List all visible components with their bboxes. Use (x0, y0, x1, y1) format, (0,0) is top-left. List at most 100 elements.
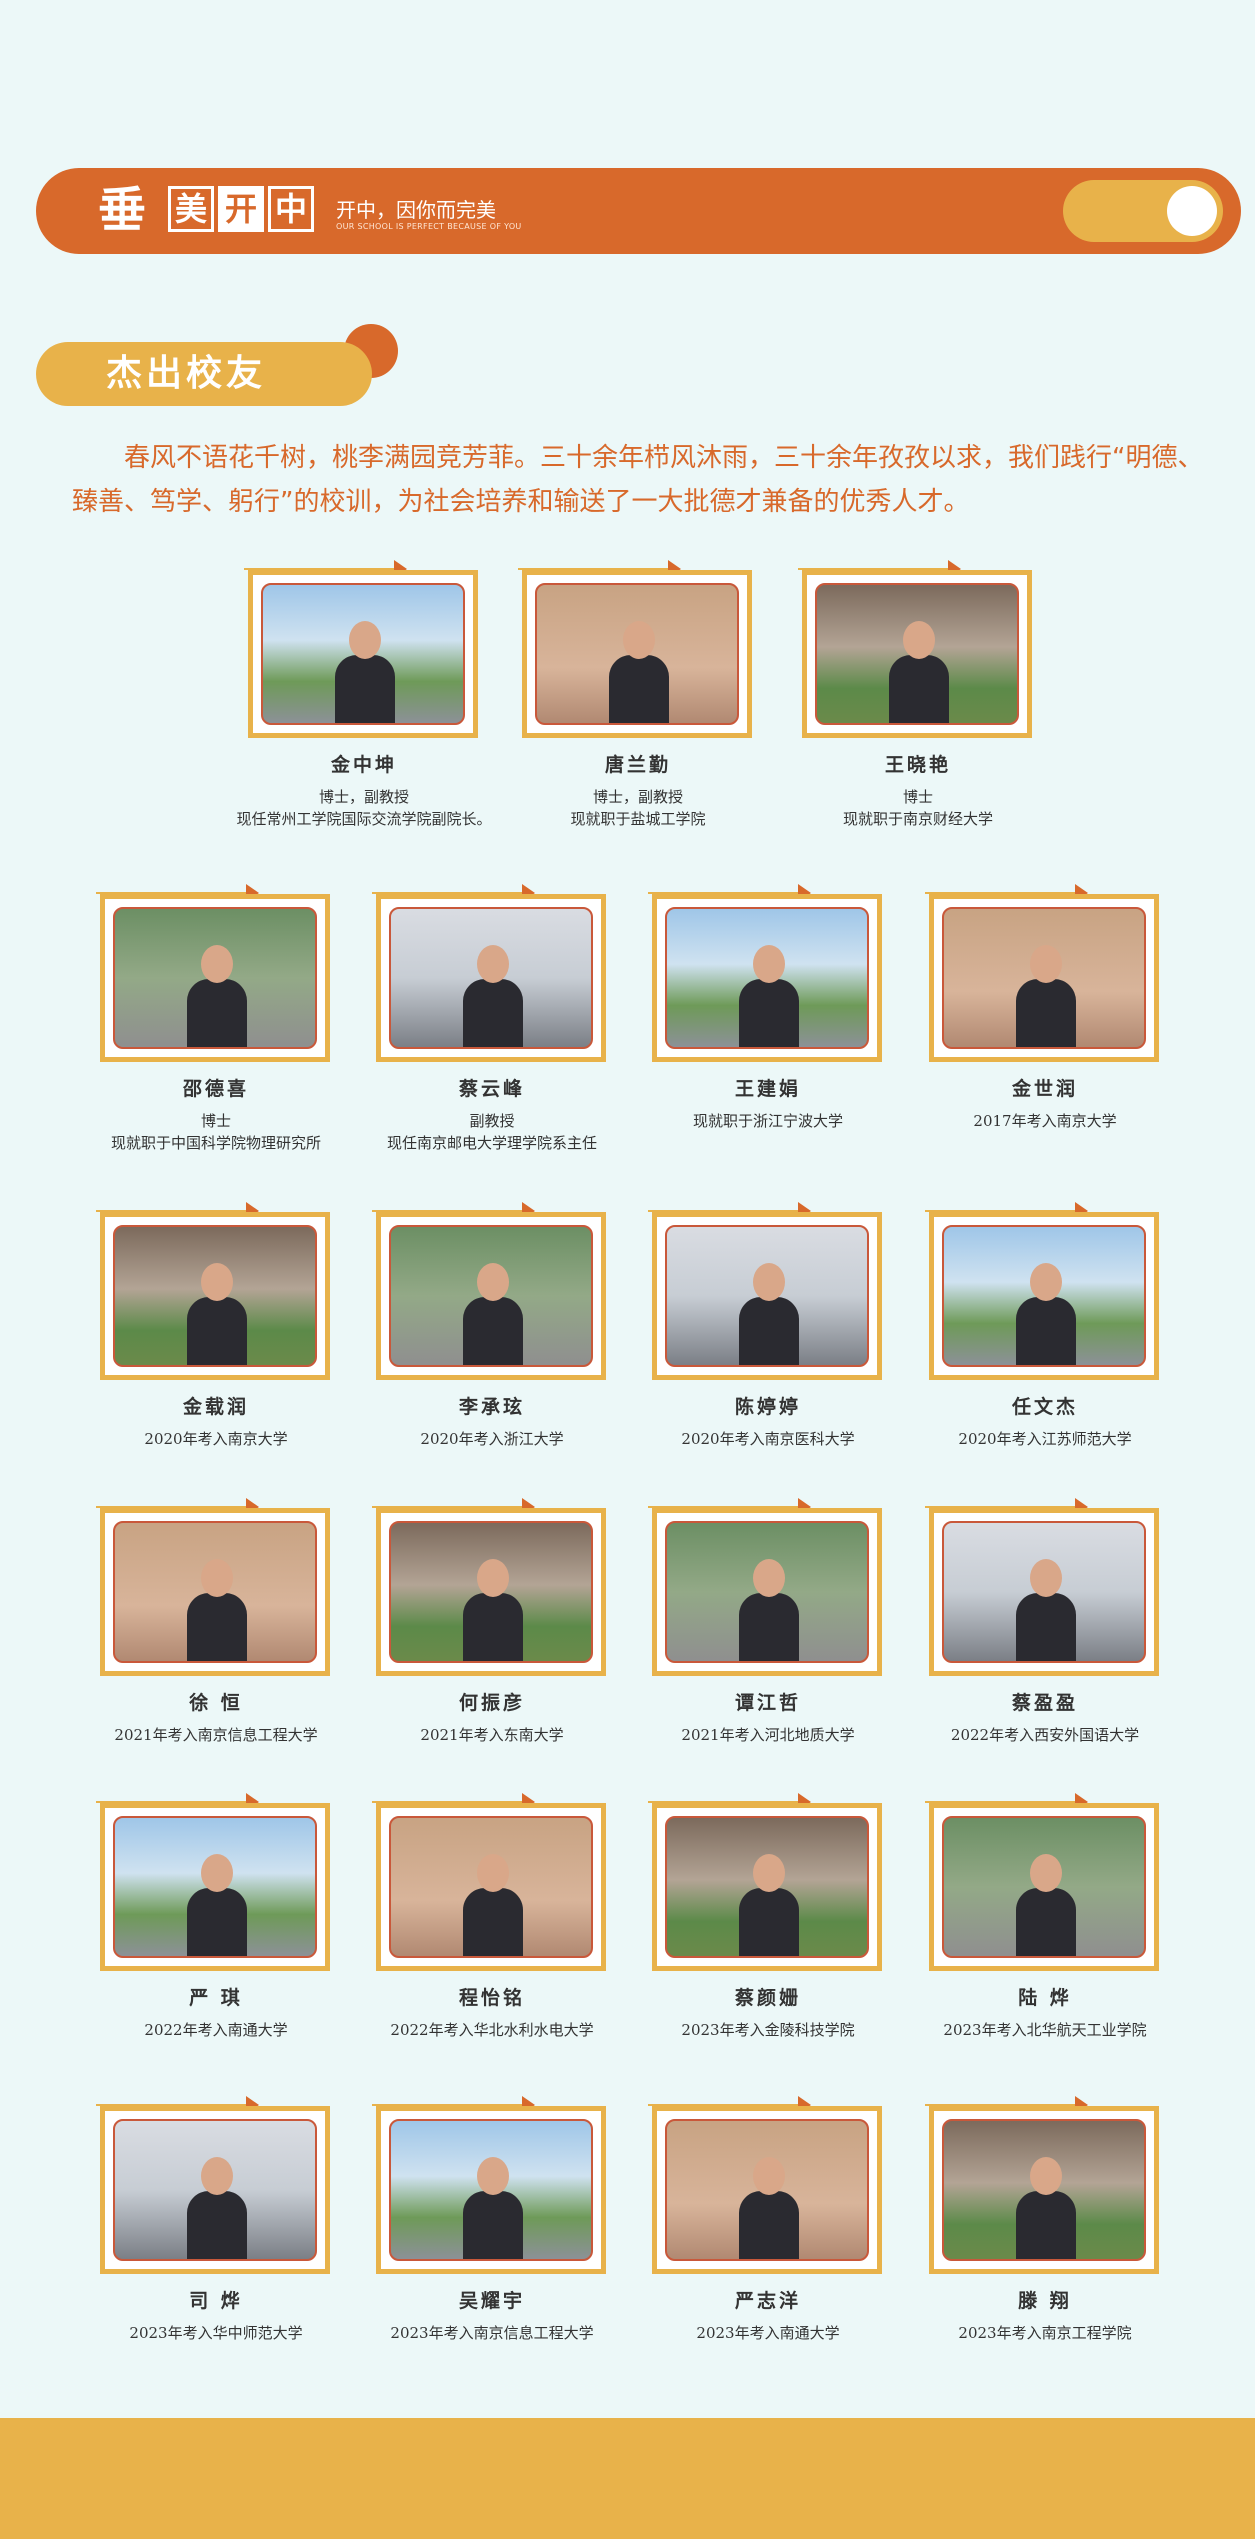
alumni-name: 严 琪 (189, 1987, 243, 2009)
alumni-info-line: 2021年考入东南大学 (420, 1726, 564, 1744)
person-figure (187, 1263, 247, 1365)
person-body (463, 1888, 523, 1956)
person-head (1030, 1854, 1062, 1892)
alumni-info-line: 副教授 (469, 1112, 515, 1130)
person-figure (187, 945, 247, 1047)
person-body (739, 1297, 799, 1365)
person-head (1030, 2157, 1062, 2195)
person-head (477, 945, 509, 983)
person-body (463, 2191, 523, 2259)
alumni-name: 蔡颜姗 (734, 1987, 801, 2009)
alumni-name: 王建娟 (734, 1078, 801, 1100)
person-body (609, 655, 669, 723)
alumni-info-line: 2023年考入南通大学 (696, 2324, 840, 2342)
alumni-info: 博士，副教授现就职于盐城工学院 (488, 786, 788, 830)
alumni-info: 现就职于浙江宁波大学 (618, 1110, 918, 1132)
alumni-info: 2020年考入浙江大学 (342, 1428, 642, 1450)
person-figure (335, 621, 395, 723)
alumni-info: 2021年考入东南大学 (342, 1724, 642, 1746)
person-body (889, 655, 949, 723)
alumni-info-line: 现任常州工学院国际交流学院副院长。 (236, 810, 492, 828)
footer-bar (0, 2418, 1255, 2539)
logo-char-mei: 美 (168, 186, 214, 232)
alumni-name: 程怡铭 (458, 1987, 525, 2009)
alumni-info-line: 2023年考入南京信息工程大学 (390, 2324, 594, 2342)
person-body (335, 655, 395, 723)
person-body (739, 979, 799, 1047)
header-slogan: 开中，因你而完美 (336, 198, 496, 222)
alumni-photo (942, 2119, 1146, 2261)
section-title: 杰出校友 (36, 342, 372, 406)
alumni-info-line: 现就职于中国科学院物理研究所 (110, 1134, 321, 1152)
alumni-info-line: 2020年考入南京医科大学 (681, 1430, 855, 1448)
alumni-info-line: 2017年考入南京大学 (973, 1112, 1117, 1130)
person-figure (609, 621, 669, 723)
person-head (623, 621, 655, 659)
alumni-info-line: 2022年考入西安外国语大学 (950, 1726, 1140, 1744)
alumni-info-line: 现就职于盐城工学院 (570, 810, 706, 828)
alumni-photo (942, 907, 1146, 1049)
person-figure (463, 1263, 523, 1365)
alumni-info-line: 2020年考入浙江大学 (420, 1430, 564, 1448)
logo-char-zhong: 中 (268, 186, 314, 232)
person-head (753, 1263, 785, 1301)
person-head (201, 945, 233, 983)
person-body (187, 1593, 247, 1661)
alumni-photo (261, 583, 465, 725)
alumni-info: 2023年考入南京信息工程大学 (342, 2322, 642, 2344)
person-figure (1016, 1559, 1076, 1661)
person-body (1016, 1888, 1076, 1956)
alumni-info-line: 2020年考入江苏师范大学 (958, 1430, 1132, 1448)
alumni-info-line: 2021年考入南京信息工程大学 (114, 1726, 318, 1744)
alumni-name: 李承玹 (458, 1396, 525, 1418)
alumni-card (372, 1793, 612, 1973)
person-body (187, 979, 247, 1047)
person-body (187, 1888, 247, 1956)
person-head (349, 621, 381, 659)
alumni-info: 2017年考入南京大学 (895, 1110, 1195, 1132)
alumni-info: 2022年考入南通大学 (66, 2019, 366, 2041)
person-head (753, 1559, 785, 1597)
person-body (1016, 979, 1076, 1047)
alumni-name: 金载润 (182, 1396, 249, 1418)
person-head (201, 1263, 233, 1301)
person-body (1016, 1297, 1076, 1365)
alumni-photo (389, 1521, 593, 1663)
person-head (753, 945, 785, 983)
alumni-info-line: 博士 (200, 1112, 231, 1130)
alumni-info-line: 博士，副教授 (318, 788, 409, 806)
header-toggle[interactable] (1063, 180, 1223, 242)
person-figure (463, 945, 523, 1047)
alumni-name: 徐 恒 (189, 1692, 243, 1714)
alumni-card (96, 1202, 336, 1382)
alumni-photo (113, 1521, 317, 1663)
alumni-photo (665, 1816, 869, 1958)
alumni-name: 王晓艳 (884, 754, 951, 776)
person-figure (1016, 945, 1076, 1047)
alumni-info-line: 2021年考入河北地质大学 (681, 1726, 855, 1744)
person-figure (739, 945, 799, 1047)
alumni-name: 谭江哲 (734, 1692, 801, 1714)
alumni-info-line: 现就职于南京财经大学 (842, 810, 993, 828)
person-figure (187, 1854, 247, 1956)
alumni-photo (665, 2119, 869, 2261)
person-figure (463, 1854, 523, 1956)
alumni-card (648, 884, 888, 1064)
person-figure (187, 1559, 247, 1661)
person-head (477, 1559, 509, 1597)
person-figure (739, 2157, 799, 2259)
person-figure (739, 1559, 799, 1661)
alumni-photo (113, 2119, 317, 2261)
alumni-card (925, 884, 1165, 1064)
alumni-card (925, 2096, 1165, 2276)
person-figure (463, 2157, 523, 2259)
person-figure (1016, 2157, 1076, 2259)
alumni-info-line: 博士，副教授 (592, 788, 683, 806)
alumni-card (96, 884, 336, 1064)
person-head (201, 1854, 233, 1892)
alumni-info: 2020年考入南京大学 (66, 1428, 366, 1450)
alumni-card (372, 884, 612, 1064)
alumni-photo (815, 583, 1019, 725)
alumni-card (244, 560, 484, 740)
alumni-photo (535, 583, 739, 725)
